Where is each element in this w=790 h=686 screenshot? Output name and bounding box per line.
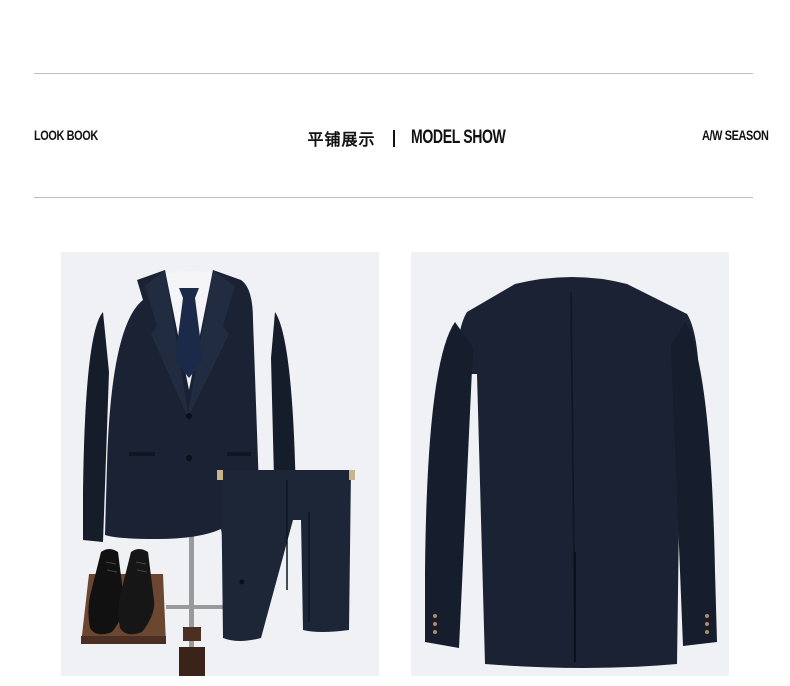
- top-divider: [34, 73, 753, 74]
- sleeve-button-right-3: [705, 630, 709, 634]
- suit-back-illustration: [425, 274, 717, 668]
- sleeve-button-right-2: [705, 622, 709, 626]
- waist-tab-right: [349, 470, 355, 480]
- sleeve-button-left-2: [433, 622, 437, 626]
- jacket-back: [455, 277, 699, 668]
- season-label: A/W SEASON: [702, 127, 769, 143]
- button-top: [186, 413, 192, 419]
- title-english: MODEL SHOW: [410, 127, 506, 148]
- stand-crossbar: [166, 605, 228, 609]
- waist-tab-left: [217, 470, 223, 480]
- bottom-divider: [34, 197, 753, 198]
- title-separator: [392, 129, 395, 147]
- sleeve-button-right-1: [705, 614, 709, 618]
- stand-knob: [183, 627, 201, 641]
- suit-back-photo: [411, 252, 729, 676]
- back-sleeve-left: [425, 322, 473, 648]
- stand-pole: [189, 527, 194, 667]
- pocket-right: [227, 452, 251, 456]
- sleeve-button-left-1: [433, 614, 437, 618]
- sleeve-left: [83, 312, 109, 542]
- suit-front-illustration: [81, 270, 355, 676]
- trouser-button: [239, 579, 245, 585]
- suit-front-photo: [61, 252, 379, 676]
- stand-base: [179, 647, 205, 676]
- title-chinese: 平铺展示: [307, 130, 376, 149]
- button-bottom: [186, 455, 192, 461]
- pocket-left: [129, 452, 155, 456]
- section-title: 平铺展示 MODEL SHOW: [0, 126, 790, 150]
- sleeve-button-left-3: [433, 630, 437, 634]
- trousers: [221, 470, 351, 641]
